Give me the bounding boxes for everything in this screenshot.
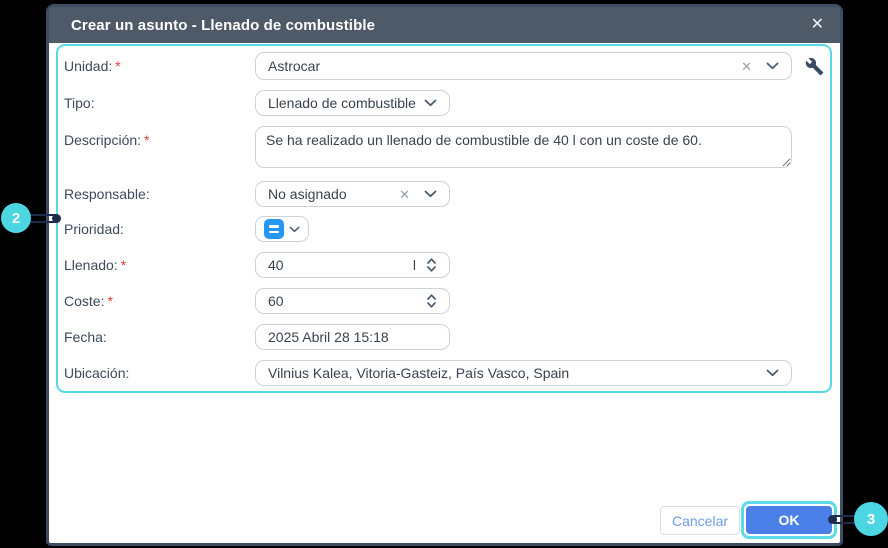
wrench-icon[interactable]	[805, 57, 824, 76]
description-row: Descripción: * Se ha realizado un llenado…	[64, 126, 792, 168]
chevron-down-icon[interactable]	[766, 369, 779, 377]
create-issue-dialog: Crear un asunto - Llenado de combustible…	[46, 4, 843, 546]
date-input[interactable]: 2025 Abril 28 15:18	[255, 324, 450, 350]
step-3-badge: 3	[854, 502, 888, 536]
spinner-icon[interactable]	[426, 256, 437, 274]
spinner-icon[interactable]	[426, 292, 437, 310]
close-icon[interactable]: ✕	[811, 17, 824, 33]
cost-row: Coste: * 60	[64, 288, 450, 314]
fill-amount-value: 40	[268, 257, 284, 273]
assignee-value: No asignado	[268, 186, 347, 202]
priority-row: Prioridad:	[64, 216, 309, 242]
step-2-connector-dot	[52, 214, 61, 223]
date-row: Fecha: 2025 Abril 28 15:18	[64, 324, 450, 350]
step-3-connector-dot	[828, 515, 837, 524]
location-select[interactable]: Vilnius Kalea, Vitoria-Gasteiz, País Vas…	[255, 360, 792, 386]
type-select[interactable]: Llenado de combustible	[255, 90, 450, 116]
cost-value: 60	[268, 293, 284, 309]
date-label: Fecha:	[64, 329, 107, 345]
priority-label: Prioridad:	[64, 221, 124, 237]
chevron-down-icon[interactable]	[424, 190, 437, 198]
cost-label: Coste: *	[64, 293, 113, 309]
assignee-select[interactable]: No asignado ✕	[255, 181, 450, 207]
priority-select[interactable]	[255, 216, 309, 242]
type-value: Llenado de combustible	[268, 95, 416, 111]
clear-icon[interactable]: ✕	[741, 60, 752, 73]
chevron-down-icon[interactable]	[424, 99, 437, 107]
unit-select[interactable]: Astrocar ✕	[255, 52, 792, 80]
priority-medium-icon	[264, 219, 284, 239]
dialog-title: Crear un asunto - Llenado de combustible	[71, 16, 376, 34]
type-row: Tipo: Llenado de combustible	[64, 90, 450, 116]
assignee-label: Responsable:	[64, 186, 150, 202]
unit-value: Astrocar	[268, 58, 321, 74]
assignee-row: Responsable: No asignado ✕	[64, 181, 450, 207]
required-marker: *	[115, 58, 121, 74]
required-marker: *	[144, 132, 150, 148]
cost-input[interactable]: 60	[255, 288, 450, 314]
date-value: 2025 Abril 28 15:18	[268, 329, 389, 345]
liter-unit: l	[412, 257, 416, 273]
unit-row: Unidad: * Astrocar ✕	[64, 52, 824, 80]
fill-amount-row: Llenado: * 40 l	[64, 252, 450, 278]
fill-amount-label: Llenado: *	[64, 257, 127, 273]
location-row: Ubicación: Vilnius Kalea, Vitoria-Gastei…	[64, 360, 792, 386]
chevron-down-icon[interactable]	[289, 226, 300, 233]
ok-button[interactable]: OK	[746, 506, 832, 534]
step-3-connector-line	[834, 515, 856, 524]
chevron-down-icon[interactable]	[766, 62, 779, 70]
location-value: Vilnius Kalea, Vitoria-Gasteiz, País Vas…	[268, 365, 570, 381]
required-marker: *	[120, 257, 127, 273]
type-label: Tipo:	[64, 95, 95, 111]
location-label: Ubicación:	[64, 365, 130, 381]
cancel-button[interactable]: Cancelar	[660, 506, 740, 535]
description-textarea[interactable]: Se ha realizado un llenado de combustibl…	[255, 126, 792, 168]
ok-button-highlight: OK	[741, 501, 837, 539]
unit-label: Unidad: *	[64, 58, 121, 74]
required-marker: *	[107, 293, 113, 309]
step-2-badge: 2	[1, 203, 31, 233]
description-label: Descripción: *	[64, 132, 150, 148]
issue-form-highlight-box: Unidad: * Astrocar ✕ Tipo: Llenado de com…	[56, 44, 832, 393]
fill-amount-input[interactable]: 40 l	[255, 252, 450, 278]
dialog-titlebar: Crear un asunto - Llenado de combustible…	[49, 7, 840, 43]
clear-icon[interactable]: ✕	[399, 188, 410, 201]
